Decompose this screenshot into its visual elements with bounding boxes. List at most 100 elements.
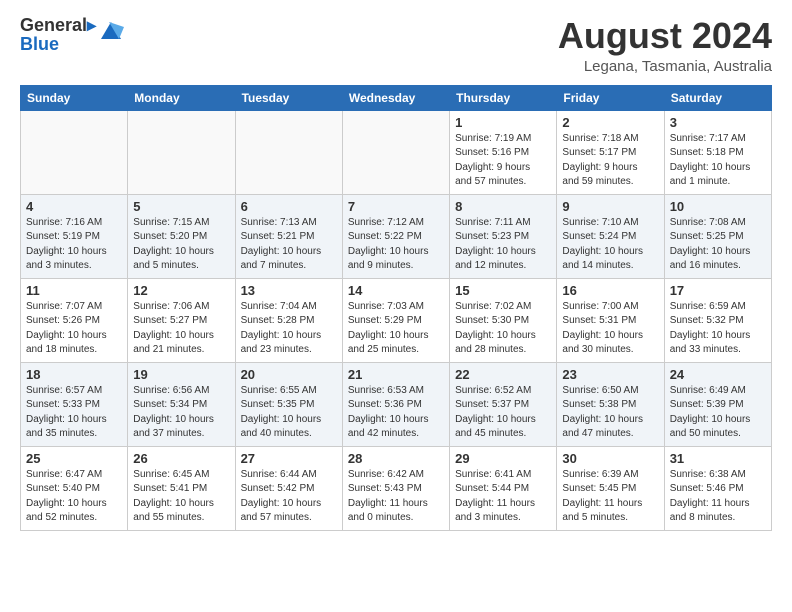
day-number: 4 xyxy=(26,199,122,214)
day-number: 15 xyxy=(455,283,551,298)
table-row: 6 Sunrise: 7:13 AMSunset: 5:21 PMDaylight… xyxy=(235,194,342,278)
day-info: Sunrise: 6:47 AMSunset: 5:40 PMDaylight:… xyxy=(26,468,122,526)
day-info: Sunrise: 6:39 AMSunset: 5:45 PMDaylight:… xyxy=(562,468,658,526)
day-number: 23 xyxy=(562,367,658,382)
col-monday: Monday xyxy=(128,85,235,110)
day-info: Sunrise: 7:13 AMSunset: 5:21 PMDaylight:… xyxy=(241,216,337,274)
day-info: Sunrise: 6:42 AMSunset: 5:43 PMDaylight:… xyxy=(348,468,444,526)
day-number: 21 xyxy=(348,367,444,382)
day-info: Sunrise: 6:50 AMSunset: 5:38 PMDaylight:… xyxy=(562,384,658,442)
table-row: 8 Sunrise: 7:11 AMSunset: 5:23 PMDaylight… xyxy=(450,194,557,278)
day-info: Sunrise: 7:06 AMSunset: 5:27 PMDaylight:… xyxy=(133,300,229,358)
day-info: Sunrise: 7:00 AMSunset: 5:31 PMDaylight:… xyxy=(562,300,658,358)
day-number: 16 xyxy=(562,283,658,298)
table-row: 21Sunrise: 6:53 AMSunset: 5:36 PMDayligh… xyxy=(342,362,449,446)
day-number: 14 xyxy=(348,283,444,298)
calendar-row: 18 Sunrise: 6:57 AMSunset: 5:33 PMDayligh… xyxy=(21,362,772,446)
table-row: 15Sunrise: 7:02 AMSunset: 5:30 PMDayligh… xyxy=(450,278,557,362)
table-row: 18 Sunrise: 6:57 AMSunset: 5:33 PMDayligh… xyxy=(21,362,128,446)
table-row: 5 Sunrise: 7:15 AMSunset: 5:20 PMDaylight… xyxy=(128,194,235,278)
table-row: 12Sunrise: 7:06 AMSunset: 5:27 PMDayligh… xyxy=(128,278,235,362)
table-row: 25 Sunrise: 6:47 AMSunset: 5:40 PMDayligh… xyxy=(21,446,128,530)
day-number: 1 xyxy=(455,115,551,130)
table-row: 23 Sunrise: 6:50 AMSunset: 5:38 PMDayligh… xyxy=(557,362,664,446)
month-year: August 2024 xyxy=(558,16,772,56)
location: Legana, Tasmania, Australia xyxy=(558,58,772,75)
day-info: Sunrise: 7:07 AMSunset: 5:26 PMDaylight:… xyxy=(26,300,122,358)
logo: General▸ Blue xyxy=(20,16,124,55)
day-number: 5 xyxy=(133,199,229,214)
table-row xyxy=(235,110,342,194)
logo-icon xyxy=(98,17,124,43)
table-row: 27Sunrise: 6:44 AMSunset: 5:42 PMDayligh… xyxy=(235,446,342,530)
table-row: 28 Sunrise: 6:42 AMSunset: 5:43 PMDayligh… xyxy=(342,446,449,530)
day-info: Sunrise: 6:44 AMSunset: 5:42 PMDaylight:… xyxy=(241,468,337,526)
calendar-table: Sunday Monday Tuesday Wednesday Thursday… xyxy=(20,85,772,531)
day-number: 11 xyxy=(26,283,122,298)
col-friday: Friday xyxy=(557,85,664,110)
day-number: 28 xyxy=(348,451,444,466)
day-number: 31 xyxy=(670,451,766,466)
table-row xyxy=(21,110,128,194)
header: General▸ Blue August 2024 Legana, Tasman… xyxy=(20,16,772,75)
col-wednesday: Wednesday xyxy=(342,85,449,110)
calendar-header-row: Sunday Monday Tuesday Wednesday Thursday… xyxy=(21,85,772,110)
page: General▸ Blue August 2024 Legana, Tasman… xyxy=(0,0,792,612)
col-sunday: Sunday xyxy=(21,85,128,110)
day-number: 18 xyxy=(26,367,122,382)
table-row: 7 Sunrise: 7:12 AMSunset: 5:22 PMDaylight… xyxy=(342,194,449,278)
table-row: 29Sunrise: 6:41 AMSunset: 5:44 PMDayligh… xyxy=(450,446,557,530)
table-row: 9Sunrise: 7:10 AMSunset: 5:24 PMDaylight… xyxy=(557,194,664,278)
day-info: Sunrise: 6:49 AMSunset: 5:39 PMDaylight:… xyxy=(670,384,766,442)
table-row xyxy=(128,110,235,194)
day-info: Sunrise: 6:41 AMSunset: 5:44 PMDaylight:… xyxy=(455,468,551,526)
logo-blue-word: Blue xyxy=(20,34,59,55)
day-info: Sunrise: 7:08 AMSunset: 5:25 PMDaylight:… xyxy=(670,216,766,274)
table-row: 24Sunrise: 6:49 AMSunset: 5:39 PMDayligh… xyxy=(664,362,771,446)
calendar-row: 4 Sunrise: 7:16 AMSunset: 5:19 PMDaylight… xyxy=(21,194,772,278)
day-info: Sunrise: 7:18 AMSunset: 5:17 PMDaylight:… xyxy=(562,132,658,190)
table-row: 11 Sunrise: 7:07 AMSunset: 5:26 PMDayligh… xyxy=(21,278,128,362)
table-row: 10 Sunrise: 7:08 AMSunset: 5:25 PMDayligh… xyxy=(664,194,771,278)
day-number: 10 xyxy=(670,199,766,214)
table-row: 22 Sunrise: 6:52 AMSunset: 5:37 PMDayligh… xyxy=(450,362,557,446)
day-number: 7 xyxy=(348,199,444,214)
table-row: 14 Sunrise: 7:03 AMSunset: 5:29 PMDayligh… xyxy=(342,278,449,362)
table-row: 13Sunrise: 7:04 AMSunset: 5:28 PMDayligh… xyxy=(235,278,342,362)
day-number: 8 xyxy=(455,199,551,214)
day-number: 25 xyxy=(26,451,122,466)
day-info: Sunrise: 7:11 AMSunset: 5:23 PMDaylight:… xyxy=(455,216,551,274)
table-row: 4 Sunrise: 7:16 AMSunset: 5:19 PMDaylight… xyxy=(21,194,128,278)
table-row: 3Sunrise: 7:17 AMSunset: 5:18 PMDaylight… xyxy=(664,110,771,194)
table-row: 20 Sunrise: 6:55 AMSunset: 5:35 PMDayligh… xyxy=(235,362,342,446)
day-info: Sunrise: 7:03 AMSunset: 5:29 PMDaylight:… xyxy=(348,300,444,358)
day-info: Sunrise: 6:38 AMSunset: 5:46 PMDaylight:… xyxy=(670,468,766,526)
col-saturday: Saturday xyxy=(664,85,771,110)
day-info: Sunrise: 6:52 AMSunset: 5:37 PMDaylight:… xyxy=(455,384,551,442)
table-row: 1 Sunrise: 7:19 AMSunset: 5:16 PMDaylight… xyxy=(450,110,557,194)
day-number: 17 xyxy=(670,283,766,298)
table-row: 31 Sunrise: 6:38 AMSunset: 5:46 PMDayligh… xyxy=(664,446,771,530)
table-row: 19Sunrise: 6:56 AMSunset: 5:34 PMDayligh… xyxy=(128,362,235,446)
day-number: 6 xyxy=(241,199,337,214)
day-info: Sunrise: 7:19 AMSunset: 5:16 PMDaylight:… xyxy=(455,132,551,190)
day-number: 20 xyxy=(241,367,337,382)
day-info: Sunrise: 7:15 AMSunset: 5:20 PMDaylight:… xyxy=(133,216,229,274)
day-info: Sunrise: 7:04 AMSunset: 5:28 PMDaylight:… xyxy=(241,300,337,358)
day-info: Sunrise: 7:16 AMSunset: 5:19 PMDaylight:… xyxy=(26,216,122,274)
day-info: Sunrise: 6:59 AMSunset: 5:32 PMDaylight:… xyxy=(670,300,766,358)
day-info: Sunrise: 6:55 AMSunset: 5:35 PMDaylight:… xyxy=(241,384,337,442)
table-row: 2Sunrise: 7:18 AMSunset: 5:17 PMDaylight… xyxy=(557,110,664,194)
day-info: Sunrise: 6:57 AMSunset: 5:33 PMDaylight:… xyxy=(26,384,122,442)
calendar-row: 11 Sunrise: 7:07 AMSunset: 5:26 PMDayligh… xyxy=(21,278,772,362)
day-number: 22 xyxy=(455,367,551,382)
logo-general: General xyxy=(20,15,87,35)
table-row: 17 Sunrise: 6:59 AMSunset: 5:32 PMDayligh… xyxy=(664,278,771,362)
day-info: Sunrise: 7:12 AMSunset: 5:22 PMDaylight:… xyxy=(348,216,444,274)
table-row: 30Sunrise: 6:39 AMSunset: 5:45 PMDayligh… xyxy=(557,446,664,530)
table-row xyxy=(342,110,449,194)
calendar-row: 25 Sunrise: 6:47 AMSunset: 5:40 PMDayligh… xyxy=(21,446,772,530)
day-info: Sunrise: 6:45 AMSunset: 5:41 PMDaylight:… xyxy=(133,468,229,526)
day-info: Sunrise: 7:10 AMSunset: 5:24 PMDaylight:… xyxy=(562,216,658,274)
calendar-row: 1 Sunrise: 7:19 AMSunset: 5:16 PMDaylight… xyxy=(21,110,772,194)
